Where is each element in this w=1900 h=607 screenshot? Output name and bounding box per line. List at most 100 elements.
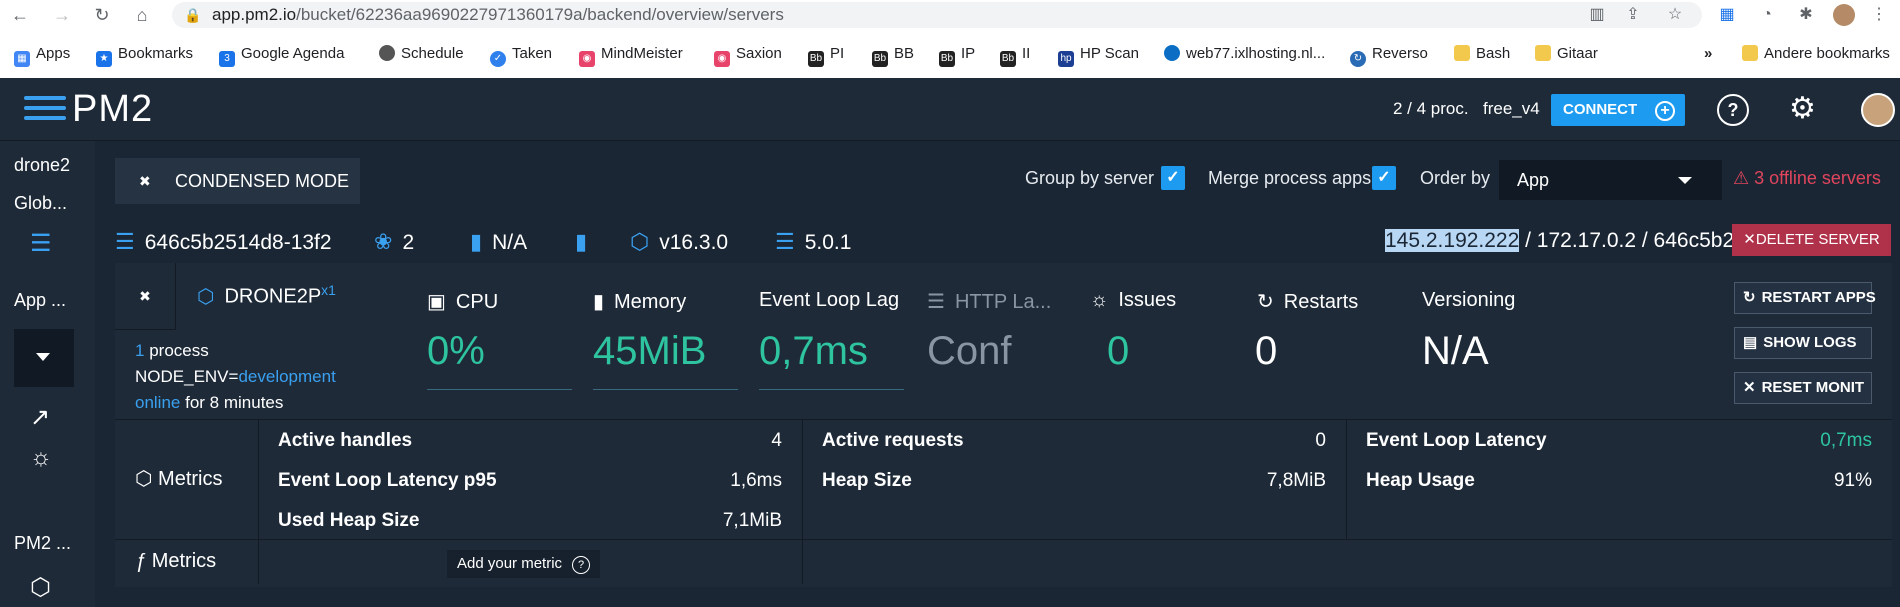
back-icon[interactable]: ← — [8, 3, 32, 27]
share-icon[interactable]: ⇪ — [1622, 4, 1644, 26]
bookmark-bash[interactable]: Bash — [1454, 44, 1510, 64]
cpu-icon: ▣ — [427, 291, 446, 313]
memory-sparkline — [593, 389, 738, 390]
metrics-column-2: Active requests 0 Heap Size 7,8MiB — [802, 420, 1347, 540]
extension-icon[interactable]: ◔ — [1756, 4, 1778, 26]
bb-icon: Bb — [939, 51, 955, 67]
menu-dots-icon[interactable]: ⋮ — [1868, 4, 1890, 26]
server-disk: ▮ — [575, 229, 597, 255]
bookmark-saxion[interactable]: ◉ Saxion — [714, 44, 782, 67]
logs-icon: ▤ — [1743, 334, 1758, 351]
metric-versioning[interactable]: Versioning N/A — [1422, 289, 1515, 373]
bookmark-web77[interactable]: web77.ixlhosting.nl... — [1164, 44, 1325, 64]
merge-process-apps-label: Merge process apps — [1208, 168, 1372, 188]
check-circle-icon: ✓ — [490, 51, 506, 67]
offline-servers-warning[interactable]: ⚠ 3 offline servers — [1733, 168, 1881, 189]
hexagon-icon[interactable]: ⬡ — [30, 573, 51, 602]
metric-event-loop-lag[interactable]: Event Loop Lag 0,7ms — [759, 289, 904, 390]
bookmarks-overflow-button[interactable]: » — [1704, 44, 1712, 64]
bookmark-taken[interactable]: ✓ Taken — [490, 44, 552, 67]
collapse-app-button[interactable]: ✖ — [115, 263, 176, 330]
sidebar-item-pm2[interactable]: PM2 ... — [14, 533, 71, 554]
bookmark-star-icon[interactable]: ☆ — [1664, 4, 1686, 26]
server-icon: ☰ — [115, 229, 135, 254]
address-bar[interactable]: 🔒 app.pm2.io/bucket/62236aa9690227971360… — [172, 2, 1702, 28]
metric-http-latency[interactable]: ☰ HTTP La... Conf — [927, 289, 1051, 373]
custom-metrics-row: ƒ Metrics Add your metric? — [115, 539, 1892, 584]
forward-icon[interactable]: → — [50, 3, 74, 27]
close-icon: ✕ — [1743, 231, 1756, 248]
avatar[interactable] — [1861, 93, 1895, 127]
bookmark-gitaar[interactable]: Gitaar — [1535, 44, 1598, 64]
apps-grid-icon: ▦ — [14, 51, 30, 67]
metric-cpu[interactable]: ▣ CPU 0% — [427, 289, 572, 390]
saxion-icon: ◉ — [714, 51, 730, 67]
app-name[interactable]: ⬡ DRONE2Px1 — [197, 282, 336, 309]
chevron-down-icon — [36, 353, 50, 361]
add-metric-button[interactable]: Add your metric? — [447, 550, 601, 578]
gear-icon[interactable]: ⚙ — [1789, 91, 1816, 126]
server-process-count: ❀ 2 — [374, 229, 415, 254]
restart-apps-button[interactable]: ↻ RESTART APPS — [1734, 282, 1876, 314]
metric-memory[interactable]: ▮ Memory 45MiB — [593, 289, 738, 390]
bookmark-bookmarks[interactable]: ★ Bookmarks — [96, 44, 193, 67]
metrics-column-3: Event Loop Latency 0,7ms Heap Usage 91% — [1366, 430, 1872, 491]
chart-line-icon[interactable]: ↗ — [30, 403, 50, 432]
plan-name: free_v4 — [1483, 99, 1540, 118]
bookmark-schedule[interactable]: Schedule — [379, 44, 464, 64]
circle-icon — [1164, 45, 1180, 61]
sidebar-item-app[interactable]: App ... — [14, 290, 66, 311]
help-icon[interactable]: ? — [1717, 94, 1749, 126]
sidebar-item-global[interactable]: Glob... — [14, 193, 67, 214]
metric-issues[interactable]: ☼ Issues 0 — [1090, 289, 1176, 373]
restart-icon: ↻ — [1743, 289, 1756, 306]
order-by-select[interactable]: App — [1499, 160, 1722, 200]
bookmark-mindmeister[interactable]: ◉ MindMeister — [579, 44, 683, 67]
reverso-icon: ↻ — [1350, 51, 1366, 67]
hamburger-icon — [24, 96, 66, 126]
nodejs-metrics-header: ⬡ Metrics — [115, 420, 259, 540]
servers-icon[interactable]: ☰ — [30, 229, 52, 258]
reload-icon[interactable]: ↻ — [90, 3, 114, 27]
sidebar-bucket-name[interactable]: drone2 — [14, 155, 70, 176]
puzzle-icon[interactable]: ✱ — [1795, 4, 1817, 26]
bookmark-reverso[interactable]: ↻ Reverso — [1350, 44, 1428, 67]
list-icon: ☰ — [775, 229, 795, 254]
bookmark-ii[interactable]: Bb II — [1000, 44, 1030, 67]
other-bookmarks[interactable]: Andere bookmarks — [1742, 44, 1890, 64]
plus-icon: + — [1655, 101, 1675, 121]
connect-button[interactable]: CONNECT + — [1551, 94, 1685, 126]
help-icon[interactable]: ? — [572, 556, 591, 574]
bookmark-pi[interactable]: Bb PI — [808, 44, 844, 67]
reset-monit-button[interactable]: ✕ RESET MONIT — [1734, 372, 1872, 404]
bookmark-apps[interactable]: ▦ Apps — [14, 44, 70, 67]
profile-avatar[interactable] — [1833, 4, 1855, 26]
show-logs-button[interactable]: ▤ SHOW LOGS — [1734, 327, 1872, 359]
bb-icon: Bb — [808, 51, 824, 67]
folder-icon — [1742, 45, 1758, 61]
merge-process-apps-checkbox[interactable]: ✓ — [1372, 166, 1396, 190]
url-host: app.pm2.io — [212, 5, 297, 24]
nodejs-icon: ⬡ — [135, 468, 153, 490]
app-overview: ✖ ⬡ DRONE2Px1 1 process NODE_ENV=developm… — [115, 263, 1892, 419]
browser-chrome: ← → ↻ ⌂ 🔒 app.pm2.io/bucket/62236aa96902… — [0, 0, 1900, 78]
sidebar-app-dropdown[interactable] — [14, 329, 74, 387]
bookmark-bb[interactable]: Bb BB — [872, 44, 914, 67]
bug-icon: ☼ — [1090, 289, 1109, 311]
function-icon: ƒ — [135, 550, 147, 572]
storage-icon: ▮ — [470, 229, 483, 254]
bookmark-google-agenda[interactable]: 3 Google Agenda — [219, 44, 344, 67]
condensed-mode-button[interactable]: ✖ CONDENSED MODE — [115, 158, 360, 204]
home-icon[interactable]: ⌂ — [130, 3, 154, 27]
bookmark-ip[interactable]: Bb IP — [939, 44, 975, 67]
bug-icon[interactable]: ☼ — [30, 444, 52, 472]
globe-icon — [379, 45, 395, 61]
windows-extension-icon[interactable]: ▦ — [1716, 4, 1738, 26]
bookmark-hp-scan[interactable]: hp HP Scan — [1058, 44, 1139, 67]
group-by-server-checkbox[interactable]: ✓ — [1161, 166, 1185, 190]
nodejs-metrics-table: ⬡ Metrics Active handles 4 Event Loop Lat… — [115, 419, 1892, 540]
translate-icon[interactable]: ▥ — [1586, 4, 1608, 26]
delete-server-button[interactable]: ✕DELETE SERVER — [1732, 224, 1891, 256]
metric-restarts[interactable]: ↻ Restarts 0 — [1255, 289, 1358, 373]
address-row: ← → ↻ ⌂ 🔒 app.pm2.io/bucket/62236aa96902… — [0, 0, 1900, 30]
